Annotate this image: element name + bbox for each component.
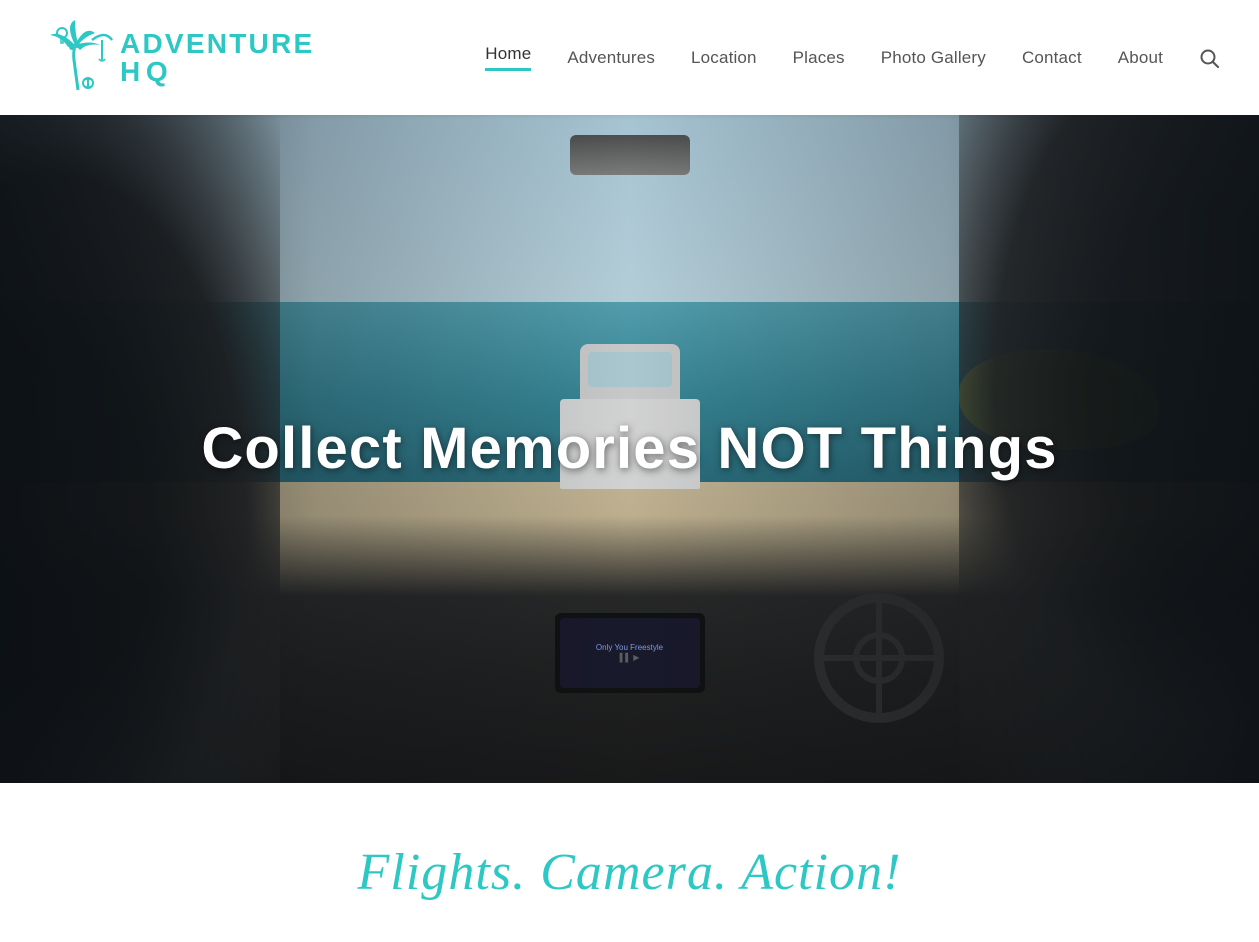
logo-text: ADVENTURE HQ — [120, 30, 314, 86]
hero-text-container: Collect Memories NOT Things — [0, 417, 1259, 481]
main-nav: Home Adventures Location Places Photo Ga… — [485, 44, 1219, 71]
nav-item-contact[interactable]: Contact — [1022, 48, 1082, 68]
hero-headline: Collect Memories NOT Things — [0, 417, 1259, 481]
search-button[interactable] — [1199, 48, 1219, 68]
tagline: Flights. Camera. Action! — [20, 843, 1239, 902]
nav-item-home[interactable]: Home — [485, 44, 531, 71]
logo-icon — [40, 15, 120, 100]
nav-item-adventures[interactable]: Adventures — [567, 48, 655, 68]
nav-item-places[interactable]: Places — [793, 48, 845, 68]
nav-item-location[interactable]: Location — [691, 48, 757, 68]
logo[interactable]: ADVENTURE HQ — [40, 15, 314, 100]
hero-section: Only You Freestyle▌▌ ▶ Collect Memories … — [0, 115, 1259, 783]
nav-item-photo-gallery[interactable]: Photo Gallery — [881, 48, 986, 68]
nav-item-about[interactable]: About — [1118, 48, 1163, 68]
search-icon — [1199, 48, 1219, 68]
below-hero-section: Flights. Camera. Action! — [0, 783, 1259, 942]
site-header: ADVENTURE HQ Home Adventures Location Pl… — [0, 0, 1259, 115]
hero-background: Only You Freestyle▌▌ ▶ Collect Memories … — [0, 115, 1259, 783]
